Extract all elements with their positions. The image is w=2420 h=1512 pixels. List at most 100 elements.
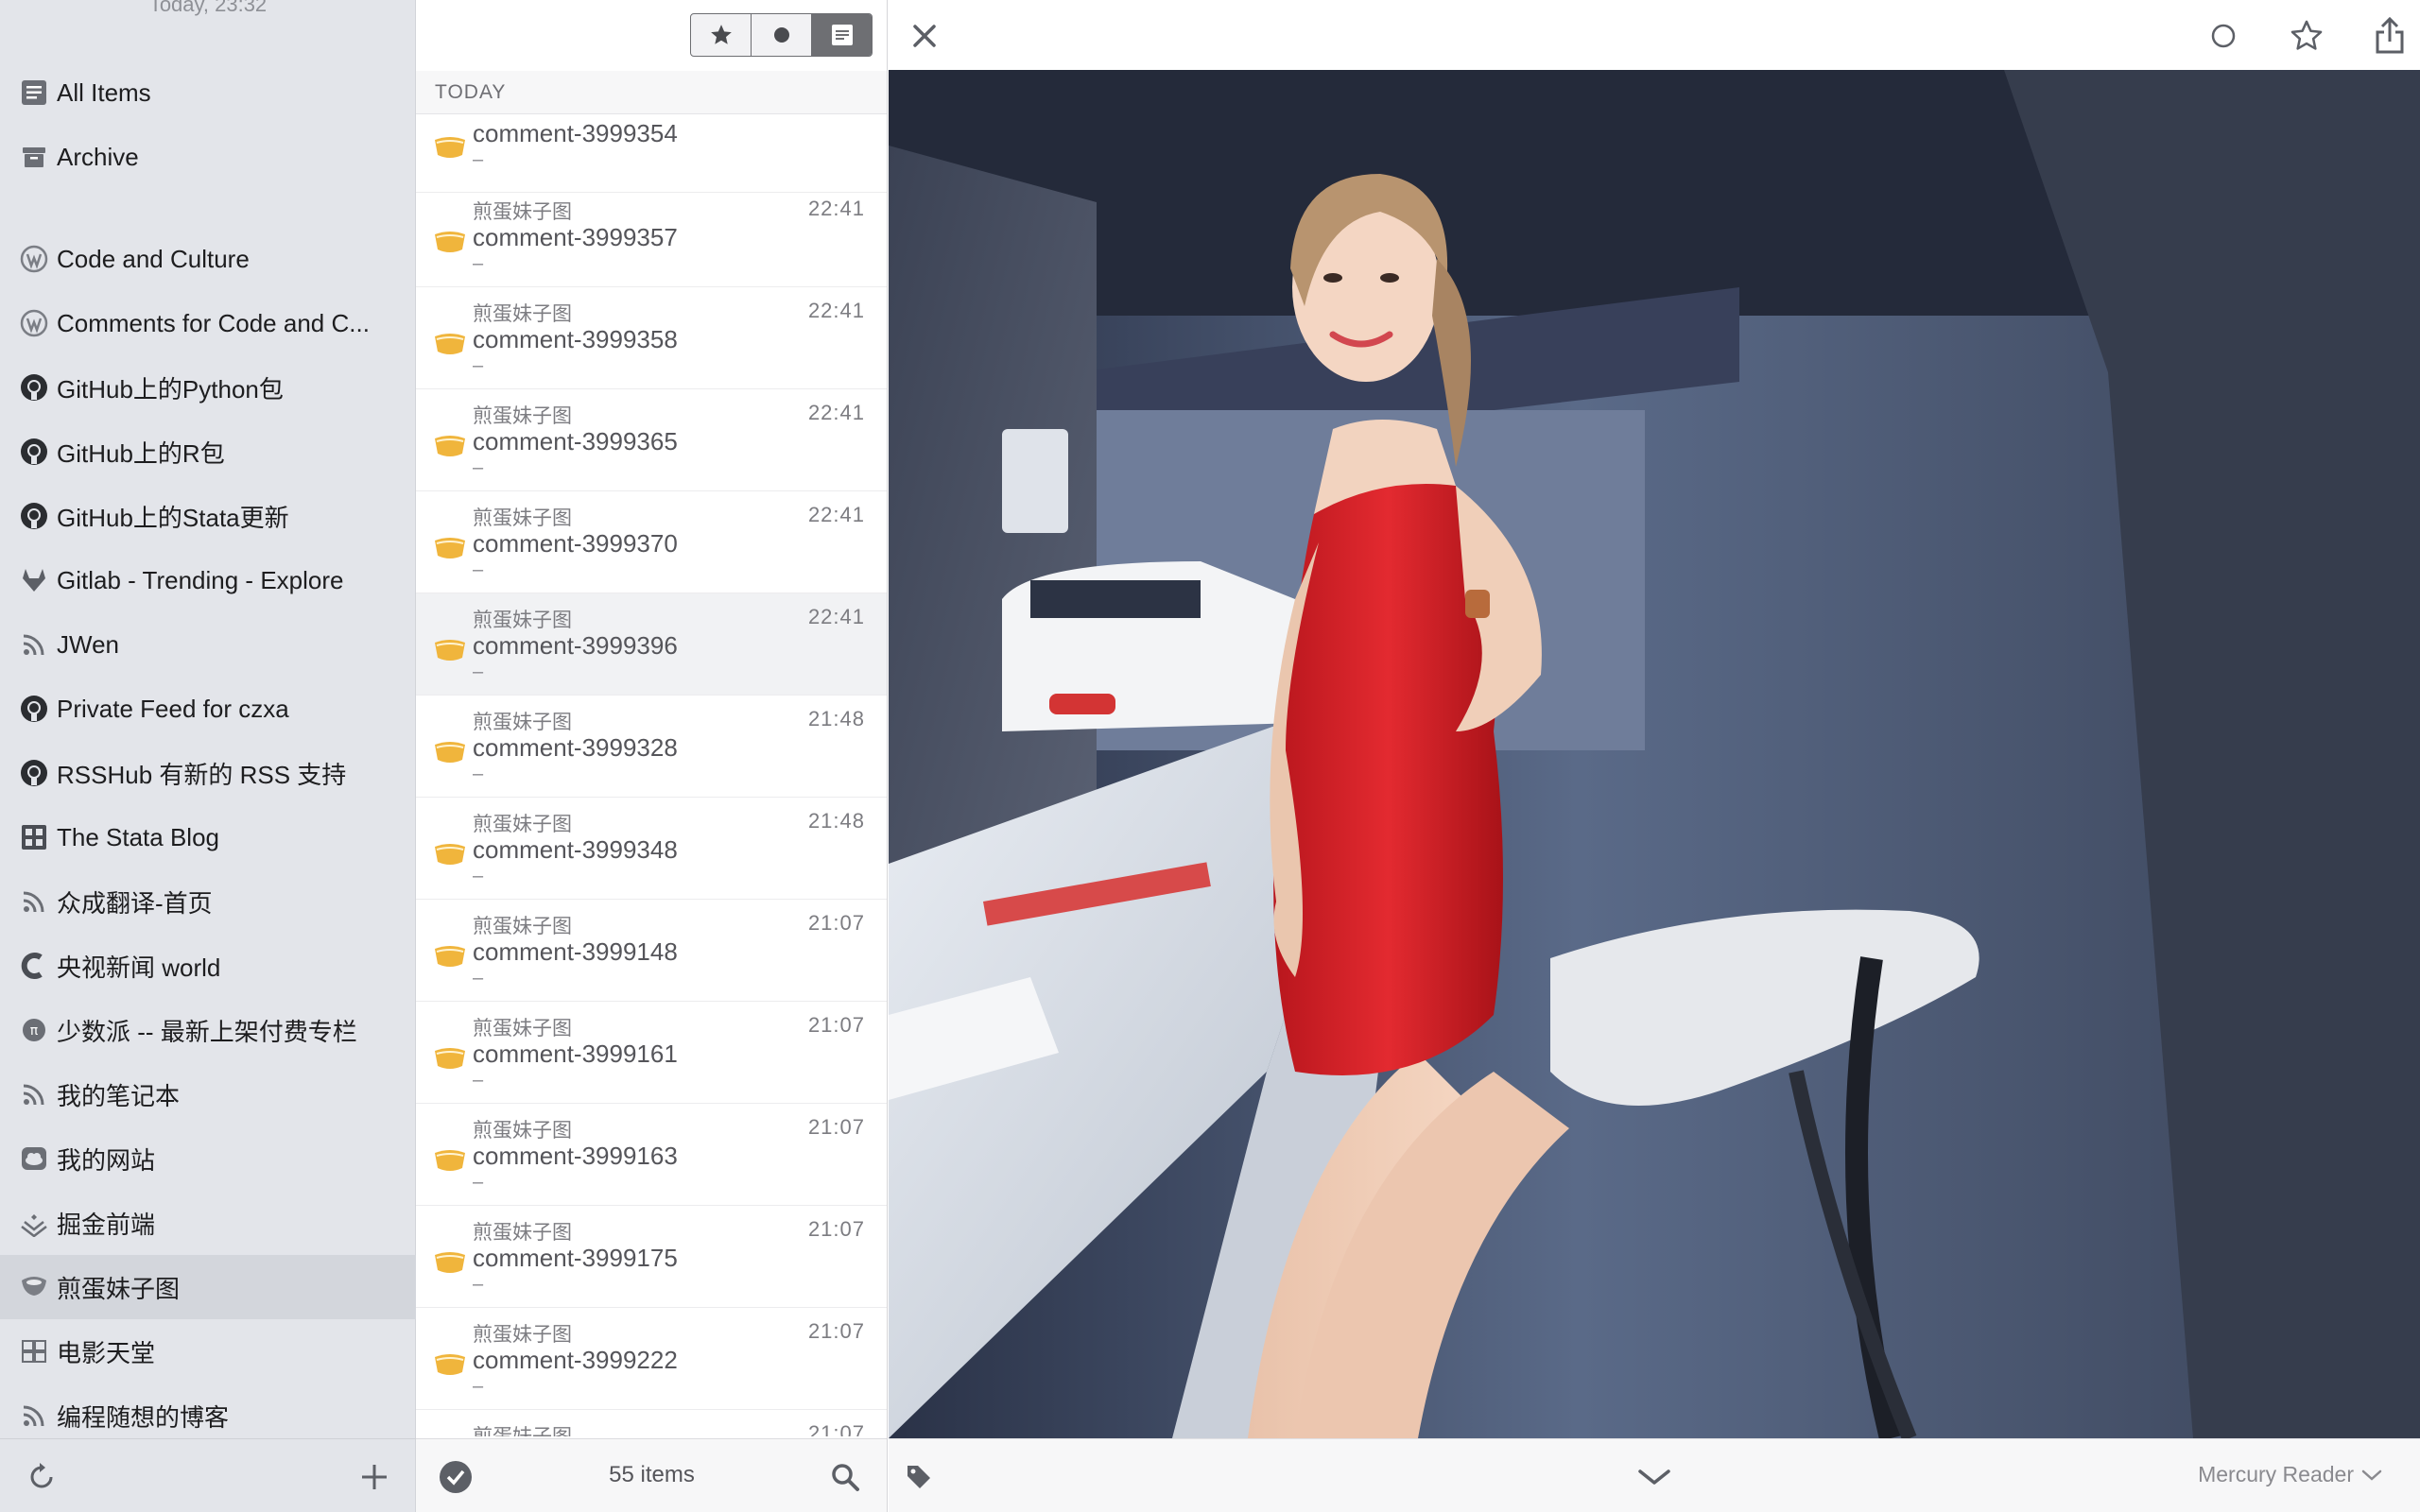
star-filled-icon — [710, 25, 732, 44]
sidebar-item-label: 众成翻译-首页 — [57, 888, 213, 918]
close-button[interactable] — [904, 15, 945, 57]
sidebar-item-all-items[interactable]: All Items — [0, 60, 416, 125]
item-feed-name: 煎蛋妹子图 — [473, 1324, 572, 1346]
filter-starred-button[interactable] — [691, 14, 752, 56]
list-item[interactable]: 煎蛋妹子图 comment-3999365 – 22:41 — [416, 389, 887, 491]
wordpress-icon — [19, 244, 49, 274]
sidebar-item-cctv-world[interactable]: 央视新闻 world — [0, 934, 416, 998]
refresh-button[interactable] — [23, 1458, 60, 1496]
sidebar-item-github-r[interactable]: GitHub上的R包 — [0, 420, 416, 484]
list-item[interactable]: 煎蛋妹子图 comment-3999370 – 22:41 — [416, 491, 887, 593]
sidebar-item-private-feed[interactable]: Private Feed for czxa — [0, 677, 416, 741]
github-icon — [19, 758, 49, 788]
filter-all-button[interactable] — [812, 14, 872, 56]
share-icon — [2376, 17, 2404, 54]
sidebar-item-comments-code-culture[interactable]: Comments for Code and C... — [0, 291, 416, 355]
github-icon — [19, 694, 49, 724]
search-button[interactable] — [826, 1458, 864, 1496]
sidebar-item-juejin[interactable]: 掘金前端 — [0, 1191, 416, 1255]
item-feed-name: 煎蛋妹子图 — [473, 303, 572, 325]
sidebar-item-my-notebook[interactable]: 我的笔记本 — [0, 1062, 416, 1126]
folder-icon — [435, 946, 465, 967]
list-item[interactable]: 煎蛋妹子图 comment-3999328 – 21:48 — [416, 696, 887, 798]
add-feed-button[interactable] — [355, 1458, 393, 1496]
item-feed-name: 煎蛋妹子图 — [473, 916, 572, 937]
list-item[interactable]: 煎蛋妹子图 comment-3999163 – 21:07 — [416, 1104, 887, 1206]
list-footer: 55 items — [416, 1438, 887, 1512]
item-feed-name: 煎蛋妹子图 — [473, 405, 572, 427]
folder-icon — [435, 538, 465, 558]
sidebar-item-label: JWen — [57, 629, 119, 659]
sidebar-item-archive[interactable]: Archive — [0, 125, 416, 189]
sidebar-item-dytt[interactable]: 电影天堂 — [0, 1319, 416, 1383]
item-title: comment-3999161 — [473, 1040, 678, 1068]
folder-icon — [435, 436, 465, 456]
sidebar-item-rsshub[interactable]: RSSHub 有新的 RSS 支持 — [0, 741, 416, 805]
item-time: 21:07 — [807, 911, 865, 935]
tag-button[interactable] — [900, 1458, 938, 1496]
sidebar-item-zhongcheng[interactable]: 众成翻译-首页 — [0, 869, 416, 934]
sidebar-item-jwen[interactable]: JWen — [0, 612, 416, 677]
item-time: 21:07 — [807, 1013, 865, 1037]
item-feed-name: 煎蛋妹子图 — [473, 201, 572, 223]
list-item[interactable]: 煎蛋妹子图 21:07 — [416, 1410, 887, 1436]
cctv-icon — [19, 951, 49, 981]
sidebar: Today, 23:32 All Items Archive Code and … — [0, 0, 416, 1512]
article-list[interactable]: comment-3999354 – 煎蛋妹子图 comment-3999357 … — [416, 0, 887, 1436]
sidebar-item-github-python[interactable]: GitHub上的Python包 — [0, 355, 416, 420]
sidebar-item-label: 我的网站 — [57, 1145, 156, 1175]
list-item[interactable]: 煎蛋妹子图 comment-3999357 – 22:41 — [416, 185, 887, 287]
plus-icon — [362, 1465, 387, 1489]
list-item[interactable]: 煎蛋妹子图 comment-3999161 – 21:07 — [416, 1002, 887, 1104]
svg-text:π: π — [30, 1023, 39, 1039]
star-outline-icon — [2290, 20, 2323, 50]
sidebar-item-label: Comments for Code and C... — [57, 308, 370, 337]
list-item-selected[interactable]: 煎蛋妹子图 comment-3999396 – 22:41 — [416, 593, 887, 696]
folder-icon — [435, 640, 465, 661]
sidebar-item-label: GitHub上的R包 — [57, 438, 225, 468]
item-time: 22:41 — [807, 503, 865, 526]
list-item[interactable]: 煎蛋妹子图 comment-3999148 – 21:07 — [416, 900, 887, 1002]
list-item[interactable]: 煎蛋妹子图 comment-3999348 – 21:48 — [416, 798, 887, 900]
item-excerpt: – — [473, 1376, 484, 1397]
sidebar-item-code-and-culture[interactable]: Code and Culture — [0, 227, 416, 291]
item-feed-name: 煎蛋妹子图 — [473, 1421, 572, 1436]
item-excerpt: – — [473, 355, 484, 376]
filter-unread-button[interactable] — [752, 14, 812, 56]
sidebar-item-label: 掘金前端 — [57, 1210, 156, 1239]
close-icon — [913, 25, 936, 47]
star-button[interactable] — [2286, 15, 2327, 57]
wordpress-icon — [19, 308, 49, 338]
section-header-today: TODAY — [416, 71, 887, 114]
egg-icon — [19, 1272, 49, 1302]
item-excerpt: – — [473, 764, 484, 784]
sidebar-item-stata-blog[interactable]: The Stata Blog — [0, 805, 416, 869]
juejin-icon — [19, 1208, 49, 1238]
reader-mode-selector[interactable]: Mercury Reader — [2198, 1462, 2382, 1487]
list-icon — [19, 77, 49, 108]
item-feed-name: 煎蛋妹子图 — [473, 1120, 572, 1142]
item-title: comment-3999148 — [473, 937, 678, 966]
share-button[interactable] — [2369, 15, 2411, 57]
sidebar-item-my-website[interactable]: 我的网站 — [0, 1126, 416, 1191]
list-item[interactable]: 煎蛋妹子图 comment-3999222 – 21:07 — [416, 1308, 887, 1410]
item-title: comment-3999348 — [473, 835, 678, 864]
rss-icon — [19, 629, 49, 660]
sidebar-item-github-stata[interactable]: GitHub上的Stata更新 — [0, 484, 416, 548]
sidebar-item-sspai[interactable]: π 少数派 -- 最新上架付费专栏 — [0, 998, 416, 1062]
search-icon — [832, 1464, 859, 1491]
folder-icon — [435, 334, 465, 354]
list-item[interactable]: 煎蛋妹子图 comment-3999358 – 22:41 — [416, 287, 887, 389]
item-feed-name: 煎蛋妹子图 — [473, 1222, 572, 1244]
mark-unread-button[interactable] — [2203, 15, 2244, 57]
folder-icon — [435, 844, 465, 865]
next-article-button[interactable] — [1635, 1458, 1673, 1496]
item-excerpt: – — [473, 662, 484, 682]
github-icon — [19, 501, 49, 531]
item-title: comment-3999396 — [473, 631, 678, 660]
sidebar-item-gitlab-trending[interactable]: Gitlab - Trending - Explore — [0, 548, 416, 612]
list-item[interactable]: 煎蛋妹子图 comment-3999175 – 21:07 — [416, 1206, 887, 1308]
sidebar-item-jandan-ooxx[interactable]: 煎蛋妹子图 — [0, 1255, 416, 1319]
sidebar-item-label: RSSHub 有新的 RSS 支持 — [57, 760, 347, 789]
reader-footer: Mercury Reader — [889, 1438, 2420, 1512]
